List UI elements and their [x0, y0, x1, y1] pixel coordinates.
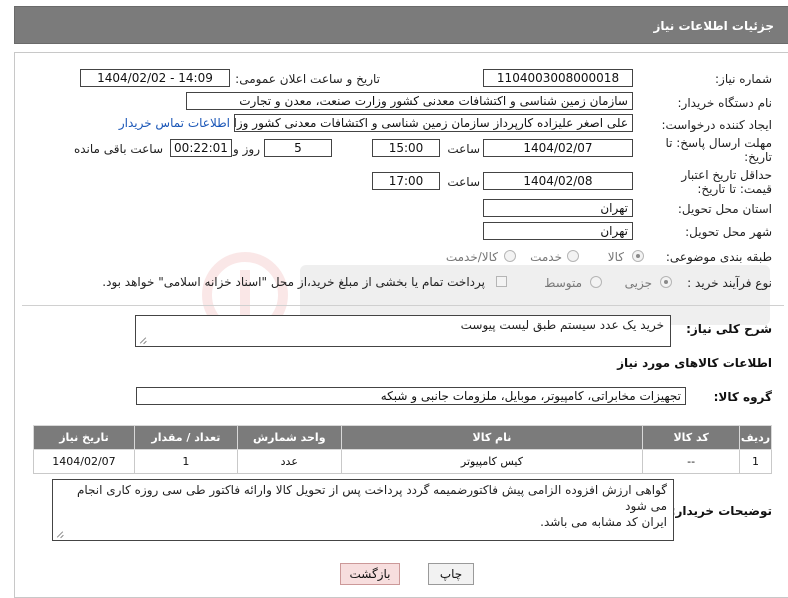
description-text: خرید یک عدد سیستم طبق لیست پیوست	[460, 318, 664, 332]
process-minor-label: جزیی	[624, 276, 652, 290]
goods-section-title: اطلاعات کالاهای مورد نیاز	[617, 356, 772, 370]
back-button[interactable]: بازگشت	[340, 563, 400, 585]
reply-time-label: ساعت	[447, 142, 480, 156]
reply-date-field: 1404/02/07	[483, 139, 633, 157]
column-header-quantity: تعداد / مقدار	[133, 425, 238, 450]
price-time-field: 17:00	[372, 172, 440, 190]
page-title: جزئیات اطلاعات نیاز	[653, 19, 774, 33]
resize-grip-icon[interactable]	[55, 530, 63, 538]
page-header: جزئیات اطلاعات نیاز	[14, 6, 788, 44]
price-date-field: 1404/02/08	[483, 172, 633, 190]
cell-row: 1	[739, 449, 772, 474]
divider	[22, 305, 784, 306]
city-label: شهر محل تحویل:	[685, 225, 772, 239]
goods-group-field: تجهیزات مخابراتی، کامپیوتر، موبایل، ملزو…	[136, 387, 686, 405]
announce-datetime-field: 1404/02/02 - 14:09	[80, 69, 230, 87]
treasury-payment-checkbox[interactable]	[496, 276, 507, 287]
column-header-row: ردیف	[739, 425, 772, 450]
page: جزئیات اطلاعات نیاز شماره نیاز: 11040030…	[0, 0, 788, 598]
buyer-notes-label: توضیحات خریدار:	[670, 504, 772, 518]
buyer-notes-line-2: ایران کد مشابه می باشد.	[540, 515, 667, 529]
column-header-code: کد کالا	[642, 425, 741, 450]
column-header-date: تاریخ نیاز	[33, 425, 135, 450]
cell-date: 1404/02/07	[33, 449, 135, 474]
cell-name: کیس کامپیوتر	[340, 449, 644, 474]
description-field: خرید یک عدد سیستم طبق لیست پیوست	[135, 315, 671, 347]
print-button[interactable]: چاپ	[428, 563, 474, 585]
buyer-notes-field: گواهی ارزش افزوده الزامی پیش فاکتورضمیمه…	[52, 479, 674, 541]
process-minor-radio[interactable]	[660, 276, 672, 288]
category-goods-service-label: کالا/خدمت	[445, 250, 498, 264]
process-medium-label: متوسط	[544, 276, 582, 290]
buyer-contact-link[interactable]: اطلاعات تماس خریدار	[119, 116, 230, 130]
need-number-field: 1104003008000018	[483, 69, 633, 87]
reply-time-field: 15:00	[372, 139, 440, 157]
cell-unit: عدد	[236, 449, 342, 474]
remaining-time-field: 00:22:01	[170, 139, 232, 157]
process-medium-radio[interactable]	[590, 276, 602, 288]
goods-group-label: گروه کالا:	[713, 390, 772, 404]
goods-table-header: ردیف کد کالا نام کالا واحد شمارش تعداد /…	[33, 425, 772, 450]
days-field: 5	[264, 139, 332, 157]
province-label: استان محل تحویل:	[677, 202, 772, 216]
creator-label: ایجاد کننده درخواست:	[661, 118, 772, 132]
category-goods-label: کالا	[607, 250, 624, 264]
table-row: 1 -- کیس کامپیوتر عدد 1 1404/02/07	[33, 449, 772, 474]
category-label: طبقه بندی موضوعی:	[665, 250, 772, 264]
column-header-name: نام کالا	[340, 425, 644, 450]
buyer-org-field: سازمان زمین شناسی و اکتشافات معدنی کشور …	[186, 92, 633, 110]
process-type-label: نوع فرآیند خرید :	[687, 276, 772, 290]
city-field: تهران	[483, 222, 633, 240]
category-service-label: خدمت	[530, 250, 562, 264]
reply-deadline-label: مهلت ارسال پاسخ: تا تاریخ:	[665, 136, 772, 164]
province-field: تهران	[483, 199, 633, 217]
buyer-org-label: نام دستگاه خریدار:	[677, 96, 773, 110]
category-goods-radio[interactable]	[632, 250, 644, 262]
creator-field: علی اصغر علیزاده کارپرداز سازمان زمین شن…	[234, 114, 633, 132]
goods-table: ردیف کد کالا نام کالا واحد شمارش تعداد /…	[33, 425, 772, 474]
category-goods-service-radio[interactable]	[504, 250, 516, 262]
days-label: روز و	[233, 142, 260, 156]
cell-code: --	[642, 449, 741, 474]
resize-grip-icon[interactable]	[138, 336, 146, 344]
description-label: شرح کلی نیاز:	[686, 322, 772, 336]
column-header-unit: واحد شمارش	[236, 425, 342, 450]
price-time-label: ساعت	[447, 175, 480, 189]
category-service-radio[interactable]	[567, 250, 579, 262]
announce-datetime-label: تاریخ و ساعت اعلان عمومی:	[235, 72, 380, 86]
price-validity-label: حداقل تاریخ اعتبار قیمت: تا تاریخ:	[681, 168, 772, 196]
cell-quantity: 1	[133, 449, 238, 474]
remaining-time-label: ساعت باقی مانده	[73, 142, 163, 156]
buyer-notes-line-1: گواهی ارزش افزوده الزامی پیش فاکتورضمیمه…	[76, 483, 667, 513]
treasury-payment-note: پرداخت تمام یا بخشی از مبلغ خرید،از محل …	[102, 275, 485, 289]
need-number-label: شماره نیاز:	[715, 72, 772, 86]
